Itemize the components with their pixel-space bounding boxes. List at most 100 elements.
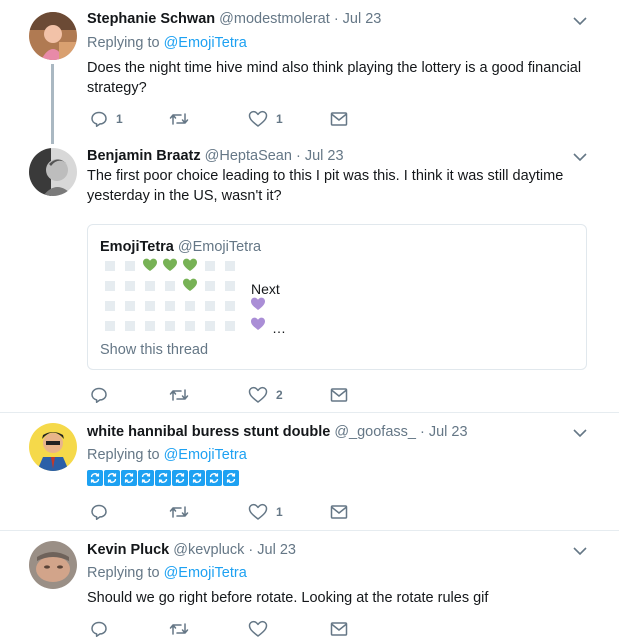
direct-message-button[interactable] (330, 503, 348, 521)
empty-square (205, 321, 215, 331)
tweet-header: Stephanie Schwan @modestmolerat · Jul 23 (87, 10, 381, 28)
empty-square (145, 321, 155, 331)
empty-square (185, 321, 195, 331)
tweet-date[interactable]: · Jul 23 (296, 148, 344, 164)
tweet[interactable]: Stephanie Schwan @modestmolerat · Jul 23… (0, 0, 619, 144)
tweet-actions: 2 (90, 386, 390, 404)
avatar[interactable] (29, 12, 77, 60)
chevron-down-icon[interactable] (573, 428, 587, 438)
mention-link[interactable]: @EmojiTetra (164, 565, 247, 581)
envelope-icon (330, 622, 348, 636)
reply-icon (91, 111, 107, 127)
avatar[interactable] (29, 148, 77, 196)
empty-square (165, 281, 175, 291)
reply-button[interactable] (90, 386, 116, 404)
direct-message-button[interactable] (330, 110, 348, 128)
retweet-button[interactable] (168, 110, 198, 128)
empty-square (205, 281, 215, 291)
empty-square (165, 321, 175, 331)
like-count: 1 (276, 505, 283, 519)
purple-heart-icon (251, 317, 265, 330)
retweet-button[interactable] (168, 620, 198, 638)
tweet-text: The first poor choice leading to this I … (87, 168, 564, 204)
empty-square (105, 301, 115, 311)
display-name[interactable]: Benjamin Braatz (87, 148, 201, 164)
replying-label: Replying to (87, 565, 160, 581)
empty-square (125, 261, 135, 271)
envelope-icon (330, 388, 348, 402)
empty-square (205, 261, 215, 271)
empty-square (185, 301, 195, 311)
quoted-display-name: EmojiTetra (100, 239, 174, 255)
empty-square (145, 281, 155, 291)
like-button[interactable]: 1 (248, 110, 283, 128)
retweet-icon (169, 623, 189, 635)
like-button[interactable] (248, 620, 276, 638)
tweet-date[interactable]: · Jul 23 (334, 11, 382, 27)
rotate-emoji-icon (172, 470, 188, 486)
heart-icon (248, 620, 268, 637)
display-name[interactable]: Stephanie Schwan (87, 11, 215, 27)
reply-icon (91, 621, 107, 637)
show-thread-link[interactable]: Show this thread (100, 342, 208, 358)
rotate-emoji-icon (138, 470, 154, 486)
avatar[interactable] (29, 541, 77, 589)
heart-icon (248, 386, 268, 403)
tweet-actions: 1 (90, 503, 390, 521)
user-handle[interactable]: @HeptaSean (205, 148, 292, 164)
retweet-button[interactable] (168, 386, 198, 404)
rotate-emoji-row (87, 470, 239, 486)
rotate-emoji-icon (104, 470, 120, 486)
like-button[interactable]: 1 (248, 503, 283, 521)
user-handle[interactable]: @kevpluck (173, 542, 244, 558)
chevron-down-icon[interactable] (573, 546, 587, 556)
empty-square (205, 301, 215, 311)
empty-square (105, 281, 115, 291)
tweet-date[interactable]: · Jul 23 (420, 424, 468, 440)
avatar[interactable] (29, 423, 77, 471)
retweet-icon (169, 389, 189, 401)
rotate-emoji-icon (223, 470, 239, 486)
quoted-tweet[interactable]: EmojiTetra @EmojiTetra Next … Show this … (87, 224, 587, 370)
direct-message-button[interactable] (330, 620, 348, 638)
reply-button[interactable] (90, 503, 116, 521)
envelope-icon (330, 112, 348, 126)
rotate-emoji-icon (121, 470, 137, 486)
reply-button[interactable]: 1 (90, 110, 123, 128)
replying-label: Replying to (87, 35, 160, 51)
mention-link[interactable]: @EmojiTetra (164, 447, 247, 463)
like-button[interactable]: 2 (248, 386, 283, 404)
tweet-header: white hannibal buress stunt double @_goo… (87, 423, 468, 441)
like-count: 2 (276, 388, 283, 402)
tweet-header: Kevin Pluck @kevpluck · Jul 23 (87, 541, 296, 559)
replying-label: Replying to (87, 447, 160, 463)
reply-count: 1 (116, 112, 123, 126)
display-name[interactable]: white hannibal buress stunt double (87, 424, 330, 440)
emoji-tetra-board (105, 258, 265, 337)
rotate-emoji-icon (189, 470, 205, 486)
replying-to: Replying to @EmojiTetra (87, 565, 247, 581)
empty-square (225, 261, 235, 271)
user-handle[interactable]: @modestmolerat (219, 11, 330, 27)
empty-square (105, 321, 115, 331)
mention-link[interactable]: @EmojiTetra (164, 35, 247, 51)
direct-message-button[interactable] (330, 386, 348, 404)
chevron-down-icon[interactable] (573, 16, 587, 26)
heart-icon (248, 503, 268, 520)
tweet-date[interactable]: · Jul 23 (248, 542, 296, 558)
ellipsis-text: … (272, 320, 286, 336)
display-name[interactable]: Kevin Pluck (87, 542, 169, 558)
user-handle[interactable]: @_goofass_ (334, 424, 416, 440)
tweet-header: Benjamin Braatz @HeptaSean · Jul 23 (87, 147, 344, 165)
like-count: 1 (276, 112, 283, 126)
reply-button[interactable] (90, 620, 116, 638)
retweet-icon (169, 113, 189, 125)
quoted-user-handle: @EmojiTetra (177, 239, 262, 255)
chevron-down-icon[interactable] (573, 152, 587, 162)
rotate-emoji-icon (87, 470, 103, 486)
purple-heart-icon (251, 297, 265, 310)
green-heart-icon (163, 258, 177, 271)
tweet-actions (90, 620, 390, 638)
retweet-button[interactable] (168, 503, 198, 521)
tweet-text: Does the night time hive mind also think… (87, 60, 582, 96)
